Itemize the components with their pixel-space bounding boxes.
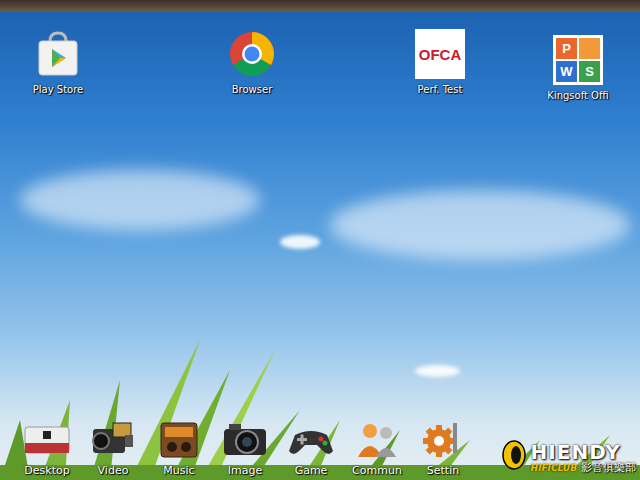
dock-label: Commun: [350, 464, 404, 477]
dock-label: Game: [293, 464, 330, 477]
dock-label: Music: [161, 464, 196, 477]
watermark: HIENDY HIFICLUB 影音俱樂部: [501, 440, 636, 474]
logo-letter: P: [556, 38, 577, 59]
dock-label: Image: [226, 464, 264, 477]
camera-icon[interactable]: [221, 417, 269, 461]
gamepad-icon[interactable]: [287, 417, 335, 461]
logo-tile: [579, 38, 600, 59]
dock-item[interactable]: Video: [80, 417, 146, 477]
shortcut-label: Perf. Test: [416, 84, 465, 96]
app-dock: Desktop Video Music Image Game Commun Settin: [14, 417, 476, 477]
ofca-logo: OFCA: [415, 29, 465, 79]
chrome-icon[interactable]: [226, 28, 278, 80]
people-icon[interactable]: [353, 417, 401, 461]
dock-item[interactable]: Commun: [344, 417, 410, 477]
watermark-brand: HIENDY: [531, 442, 636, 462]
dock-label: Settin: [425, 464, 461, 477]
kingsoft-office-icon[interactable]: PWS: [552, 34, 604, 86]
desktop-shortcut[interactable]: PWS Kingsoft Offi: [530, 34, 626, 102]
dock-item[interactable]: Game: [278, 417, 344, 477]
gear-icon[interactable]: [419, 417, 467, 461]
screen-bezel: [0, 0, 640, 12]
hiendy-logo-icon: [501, 440, 527, 474]
shortcut-label: Kingsoft Offi: [545, 90, 610, 102]
desktop-drive-icon[interactable]: [23, 417, 71, 461]
watermark-chinese: 影音俱樂部: [581, 462, 636, 473]
desktop-shortcut[interactable]: OFCA Perf. Test: [392, 28, 488, 96]
shortcut-label: Browser: [230, 84, 275, 96]
desktop-shortcut[interactable]: Browser: [204, 28, 300, 96]
logo-letter: W: [556, 61, 577, 82]
dock-item[interactable]: Desktop: [14, 417, 80, 477]
watermark-sub: HIFICLUB: [531, 464, 577, 473]
logo-letter: S: [579, 61, 600, 82]
kingsoft-logo: PWS: [553, 35, 603, 85]
dock-label: Desktop: [22, 464, 71, 477]
dock-item[interactable]: Music: [146, 417, 212, 477]
watermark-subline: HIFICLUB 影音俱樂部: [531, 462, 636, 473]
desktop-shortcut[interactable]: Play Store: [10, 28, 106, 96]
dock-label: Video: [96, 464, 131, 477]
camcorder-icon[interactable]: [89, 417, 137, 461]
radio-icon[interactable]: [155, 417, 203, 461]
dock-item[interactable]: Settin: [410, 417, 476, 477]
ofca-logo-icon[interactable]: OFCA: [414, 28, 466, 80]
dock-item[interactable]: Image: [212, 417, 278, 477]
watermark-text: HIENDY HIFICLUB 影音俱樂部: [531, 442, 636, 473]
play-store-icon[interactable]: [32, 28, 84, 80]
shortcut-label: Play Store: [31, 84, 85, 96]
